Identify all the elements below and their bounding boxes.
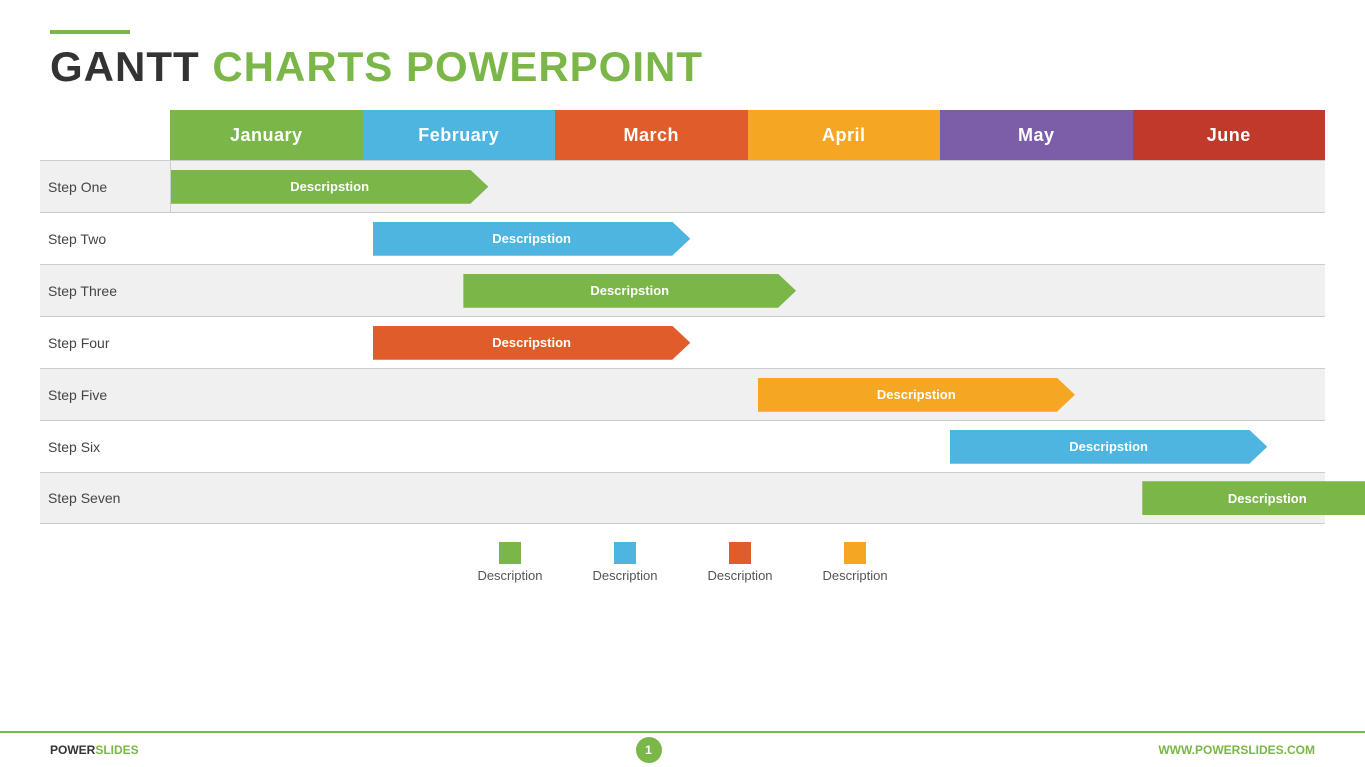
page-title: GANTT CHARTS POWERPOINT bbox=[50, 44, 1315, 90]
step-three-bar: Descripstion bbox=[463, 274, 796, 308]
legend-label-yellow: Description bbox=[823, 568, 888, 583]
step-one-cells: Descripstion bbox=[170, 161, 1325, 213]
step-six-label: Step Six bbox=[40, 439, 170, 455]
footer-center: 1 bbox=[139, 737, 1159, 763]
footer-brand: POWERSLIDES bbox=[50, 743, 139, 757]
step-seven-bar: Descripstion bbox=[1142, 481, 1365, 515]
footer-power: POWER bbox=[50, 743, 95, 757]
month-february: February bbox=[363, 110, 556, 160]
month-header-row: January February March April May June bbox=[170, 110, 1325, 160]
gantt-chart: January February March April May June St… bbox=[0, 100, 1365, 603]
legend-label-green: Description bbox=[477, 568, 542, 583]
legend-color-green bbox=[499, 542, 521, 564]
month-april: April bbox=[748, 110, 941, 160]
title-black: GANTT bbox=[50, 43, 200, 90]
month-march: March bbox=[555, 110, 748, 160]
table-row: Step Seven Descripstion bbox=[40, 472, 1325, 524]
step-two-label: Step Two bbox=[40, 231, 170, 247]
step-five-bar: Descripstion bbox=[758, 378, 1075, 412]
grid-wrapper: Step One Descripstion Step Two Descripst… bbox=[40, 160, 1325, 524]
table-row: Step Four Descripstion bbox=[40, 316, 1325, 368]
footer-slides: SLIDES bbox=[95, 743, 138, 757]
month-january: January bbox=[170, 110, 363, 160]
legend-color-orange bbox=[729, 542, 751, 564]
grid-cell: Descripstion bbox=[170, 161, 1325, 213]
footer: POWERSLIDES 1 WWW.POWERSLIDES.COM bbox=[0, 731, 1365, 767]
footer-url: WWW.POWERSLIDES.COM bbox=[1158, 743, 1315, 757]
table-row: Step Six Descripstion bbox=[40, 420, 1325, 472]
step-one-bar: Descripstion bbox=[171, 170, 488, 204]
table-row: Step Two Descripstion bbox=[40, 212, 1325, 264]
legend-label-blue: Description bbox=[592, 568, 657, 583]
month-may: May bbox=[940, 110, 1133, 160]
table-row: Step Three Descripstion bbox=[40, 264, 1325, 316]
step-seven-label: Step Seven bbox=[40, 490, 170, 506]
step-six-bar: Descripstion bbox=[950, 430, 1267, 464]
table-row: Step Five Descripstion bbox=[40, 368, 1325, 420]
header-accent-line bbox=[50, 30, 130, 34]
legend-item-yellow: Description bbox=[823, 542, 888, 583]
legend: Description Description Description Desc… bbox=[40, 542, 1325, 593]
step-three-label: Step Three bbox=[40, 283, 170, 299]
step-four-bar: Descripstion bbox=[373, 326, 690, 360]
legend-item-blue: Description bbox=[592, 542, 657, 583]
legend-color-yellow bbox=[844, 542, 866, 564]
step-five-label: Step Five bbox=[40, 387, 170, 403]
title-green: CHARTS POWERPOINT bbox=[212, 43, 703, 90]
legend-item-green: Description bbox=[477, 542, 542, 583]
page-number: 1 bbox=[636, 737, 662, 763]
month-june: June bbox=[1133, 110, 1326, 160]
legend-color-blue bbox=[614, 542, 636, 564]
step-one-label: Step One bbox=[40, 179, 170, 195]
legend-item-orange: Description bbox=[708, 542, 773, 583]
step-four-label: Step Four bbox=[40, 335, 170, 351]
header: GANTT CHARTS POWERPOINT bbox=[0, 0, 1365, 100]
table-row: Step One Descripstion bbox=[40, 160, 1325, 212]
step-two-bar: Descripstion bbox=[373, 222, 690, 256]
legend-label-orange: Description bbox=[708, 568, 773, 583]
